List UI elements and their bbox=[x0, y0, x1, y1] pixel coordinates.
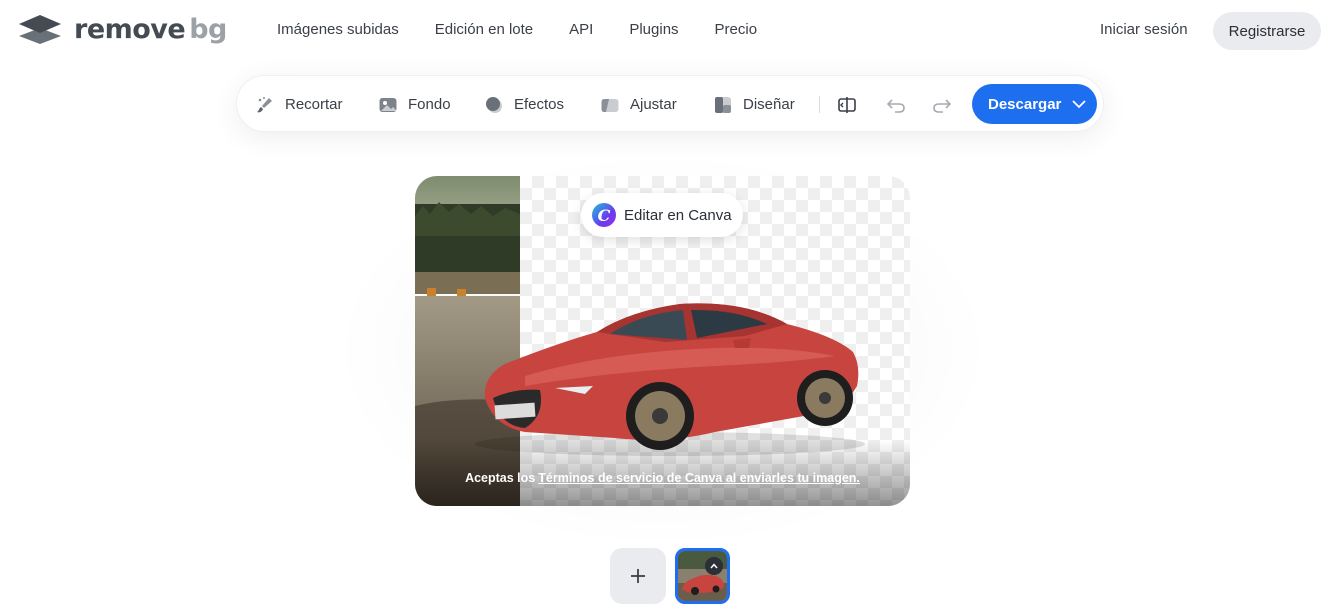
terms-link[interactable]: Términos de servicio de Canva al enviarl… bbox=[538, 471, 860, 485]
tool-adjust-label: Ajustar bbox=[630, 96, 677, 113]
adjust-icon bbox=[600, 95, 620, 115]
nav-plugins[interactable]: Plugins bbox=[629, 21, 678, 38]
chevron-up-icon bbox=[710, 563, 718, 569]
image-thumbnail[interactable] bbox=[675, 548, 730, 604]
nav-batch-editing[interactable]: Edición en lote bbox=[435, 21, 533, 38]
undo-button[interactable] bbox=[883, 92, 909, 118]
brush-icon bbox=[255, 95, 275, 115]
login-link[interactable]: Iniciar sesión bbox=[1100, 21, 1188, 38]
image-icon bbox=[378, 95, 398, 115]
main-nav: Imágenes subidas Edición en lote API Plu… bbox=[277, 21, 757, 38]
terms-prefix: Aceptas los bbox=[465, 471, 536, 485]
edit-in-canva-button[interactable]: C Editar en Canva bbox=[581, 193, 743, 237]
redo-button[interactable] bbox=[929, 92, 955, 118]
tool-crop[interactable]: Recortar bbox=[255, 76, 343, 133]
tool-background[interactable]: Fondo bbox=[378, 76, 451, 133]
editor-toolbar: Recortar Fondo Efectos Ajustar Diseñar D… bbox=[236, 75, 1104, 132]
edit-in-canva-label: Editar en Canva bbox=[624, 206, 732, 224]
layout-icon bbox=[713, 95, 733, 115]
tool-design-label: Diseñar bbox=[743, 96, 795, 113]
circle-effects-icon bbox=[484, 95, 504, 115]
tool-background-label: Fondo bbox=[408, 96, 451, 113]
canva-terms-notice: Aceptas los Términos de servicio de Canv… bbox=[415, 440, 910, 506]
nav-uploaded-images[interactable]: Imágenes subidas bbox=[277, 21, 399, 38]
register-button[interactable]: Registrarse bbox=[1213, 12, 1321, 50]
logo-layers-icon bbox=[19, 15, 61, 44]
redo-icon bbox=[933, 99, 952, 113]
top-header: remove bg Imágenes subidas Edición en lot… bbox=[0, 0, 1324, 62]
compare-button[interactable] bbox=[834, 92, 860, 118]
logo-word-remove: remove bbox=[74, 13, 186, 45]
compare-icon bbox=[838, 97, 856, 113]
tool-adjust[interactable]: Ajustar bbox=[600, 76, 677, 133]
download-button[interactable]: Descargar bbox=[972, 84, 1097, 124]
add-image-button[interactable] bbox=[610, 548, 666, 604]
download-label: Descargar bbox=[988, 95, 1062, 113]
tool-design[interactable]: Diseñar bbox=[713, 76, 795, 133]
plus-icon bbox=[631, 569, 645, 583]
undo-icon bbox=[886, 99, 905, 113]
logo-word-bg: bg bbox=[189, 13, 227, 45]
chevron-down-icon bbox=[1072, 100, 1087, 109]
nav-pricing[interactable]: Precio bbox=[715, 21, 758, 38]
tool-effects-label: Efectos bbox=[514, 96, 565, 113]
tool-crop-label: Recortar bbox=[285, 96, 343, 113]
tool-effects[interactable]: Efectos bbox=[484, 76, 564, 133]
logo[interactable]: remove bg bbox=[18, 14, 227, 44]
toolbar-divider bbox=[819, 96, 820, 113]
nav-api[interactable]: API bbox=[569, 21, 593, 38]
canva-logo-icon: C bbox=[592, 203, 616, 227]
thumbnail-collapse-button[interactable] bbox=[705, 557, 723, 575]
